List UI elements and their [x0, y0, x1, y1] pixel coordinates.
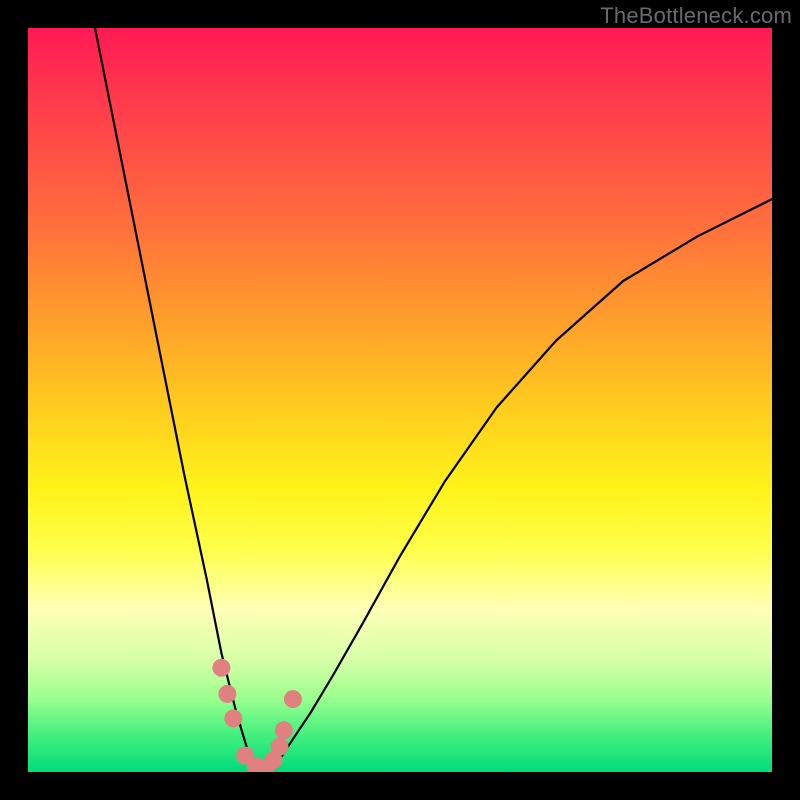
- chart-frame: TheBottleneck.com: [0, 0, 800, 800]
- highlight-dot: [224, 709, 242, 727]
- plot-area: [28, 28, 772, 772]
- highlight-dot: [275, 721, 293, 739]
- bottleneck-curve: [28, 28, 772, 772]
- watermark-text: TheBottleneck.com: [600, 3, 792, 29]
- highlight-dot: [271, 738, 289, 756]
- highlight-dot: [284, 690, 302, 708]
- highlight-dot: [212, 659, 230, 677]
- curve-path: [95, 28, 772, 772]
- highlight-dot: [218, 685, 236, 703]
